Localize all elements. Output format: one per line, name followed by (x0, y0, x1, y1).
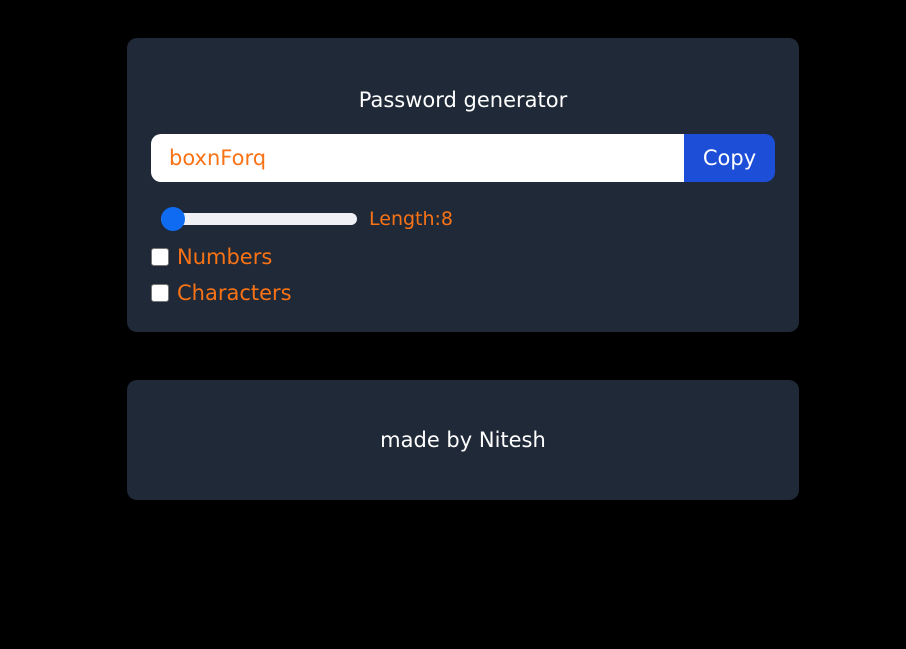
numbers-option: Numbers (151, 243, 272, 271)
length-label: Length:8 (369, 208, 454, 230)
footer-credit: made by Nitesh (380, 428, 546, 452)
length-control: Length:8 (161, 208, 453, 230)
characters-label[interactable]: Characters (177, 279, 292, 307)
copy-button[interactable]: Copy (684, 134, 775, 182)
characters-option: Characters (151, 279, 292, 307)
footer-card: made by Nitesh (127, 380, 799, 500)
length-slider[interactable] (161, 213, 357, 225)
numbers-checkbox[interactable] (151, 248, 169, 266)
password-generator-card: Password generator Copy Length:8 Numbers… (127, 38, 799, 332)
page-title: Password generator (358, 88, 568, 112)
numbers-label[interactable]: Numbers (177, 243, 272, 271)
password-field[interactable] (151, 134, 684, 182)
password-input-group: Copy (151, 134, 775, 182)
characters-checkbox[interactable] (151, 284, 169, 302)
